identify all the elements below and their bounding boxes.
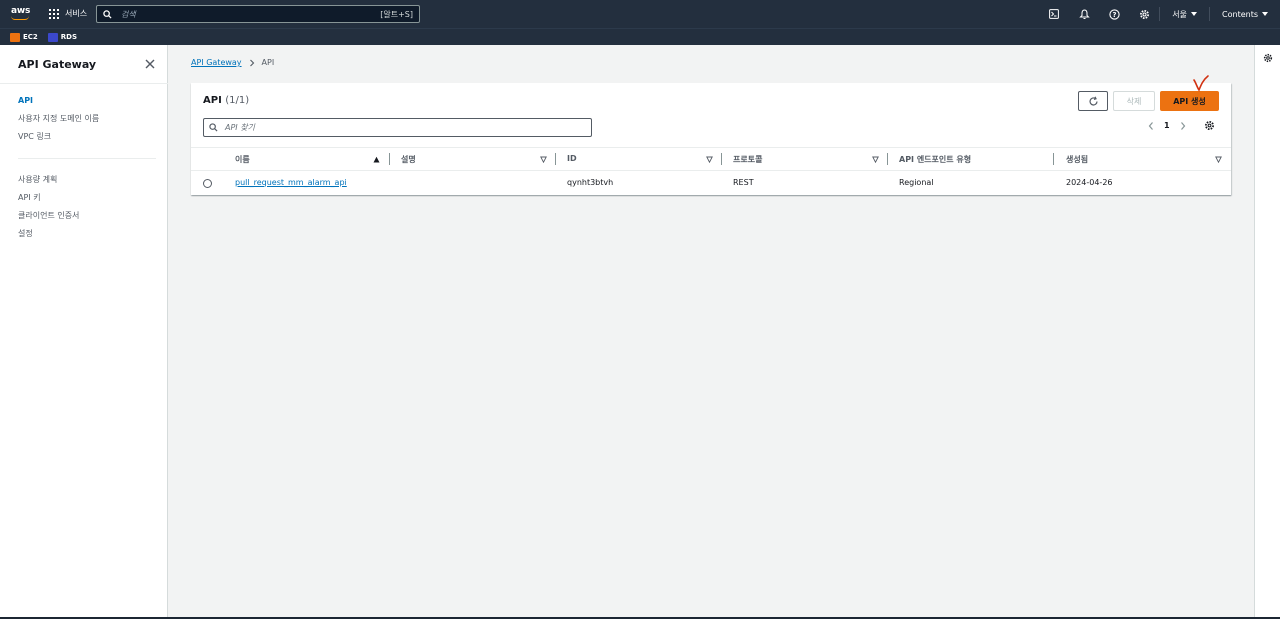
column-header-id[interactable]: ID	[567, 154, 577, 163]
column-header-name[interactable]: 이름	[235, 154, 250, 165]
settings-icon[interactable]	[1263, 53, 1273, 63]
nav-right-group: ? 서울 Contents	[1039, 0, 1280, 28]
delete-button[interactable]: 삭제	[1113, 91, 1155, 111]
settings-icon[interactable]	[1204, 120, 1215, 131]
tools-panel-rail	[1254, 45, 1280, 619]
sidebar-title[interactable]: API Gateway	[18, 58, 96, 71]
chevron-down-icon	[1262, 12, 1268, 16]
grid-icon	[49, 8, 59, 19]
api-created-date: 2024-04-26	[1066, 178, 1113, 187]
sort-icon[interactable]	[540, 156, 547, 163]
chevron-down-icon	[1191, 12, 1198, 16]
cloudshell-button[interactable]	[1039, 0, 1069, 28]
cloudshell-icon	[1049, 9, 1060, 19]
column-header-protocol[interactable]: 프로토콜	[733, 154, 762, 165]
annotation-checkmark-icon	[1193, 75, 1209, 92]
sort-icon[interactable]	[872, 156, 879, 163]
sidebar-item-settings[interactable]: 설정	[18, 228, 33, 239]
favorites-bar: EC2 RDS	[0, 28, 1280, 45]
help-button[interactable]: ?	[1099, 0, 1129, 28]
search-icon	[209, 123, 221, 132]
search-placeholder: 검색	[121, 9, 136, 19]
favorite-ec2[interactable]: EC2	[10, 32, 38, 42]
api-name-link[interactable]: pull_request_mm_alarm_api	[235, 178, 347, 187]
api-table-container: API (1/1) 삭제 API 생성 API 찾기 1 이름 설명 ID 프로…	[191, 75, 1231, 195]
settings-button[interactable]	[1129, 0, 1159, 28]
account-label: Contents	[1222, 9, 1258, 19]
account-menu[interactable]: Contents	[1210, 10, 1280, 19]
refresh-button[interactable]	[1078, 91, 1108, 111]
column-header-description[interactable]: 설명	[401, 154, 416, 165]
column-header-created[interactable]: 생성됨	[1066, 154, 1088, 165]
notifications-button[interactable]	[1069, 0, 1099, 28]
filter-placeholder: API 찾기	[225, 123, 255, 132]
chevron-right-icon	[248, 59, 256, 67]
rds-service-icon	[47, 32, 58, 42]
top-navigation: aws 서비스 검색 [알트+S] ? 서울 Contents	[0, 0, 1280, 28]
aws-logo[interactable]: aws	[10, 6, 32, 22]
help-icon: ?	[1109, 8, 1120, 20]
region-selector[interactable]: 서울	[1160, 9, 1209, 20]
services-label: 서비스	[65, 9, 88, 18]
side-navigation: API Gateway API 사용자 지정 도메인 이름 VPC 링크 사용량…	[0, 45, 168, 619]
column-header-endpoint-type[interactable]: API 엔드포인트 유형	[899, 154, 971, 165]
sidebar-item-usage-plans[interactable]: 사용량 계획	[18, 174, 57, 185]
sidebar-item-api-keys[interactable]: API 키	[18, 192, 41, 203]
pagination: 1	[1147, 120, 1215, 131]
api-endpoint-type: Regional	[899, 178, 934, 187]
ec2-service-icon	[10, 32, 20, 42]
sort-icon[interactable]	[1215, 156, 1222, 163]
api-protocol: REST	[733, 178, 754, 187]
api-filter-input[interactable]: API 찾기	[203, 118, 592, 137]
sidebar-item-vpc-links[interactable]: VPC 링크	[18, 131, 51, 142]
favorite-rds[interactable]: RDS	[47, 32, 77, 42]
refresh-icon	[1088, 96, 1098, 105]
search-icon	[103, 9, 117, 19]
current-page[interactable]: 1	[1164, 121, 1170, 130]
settings-icon	[1139, 9, 1149, 19]
region-label: 서울	[1172, 9, 1188, 19]
breadcrumb-current: API	[261, 58, 275, 67]
search-shortcut-hint: [알트+S]	[380, 9, 413, 19]
breadcrumb-api-gateway[interactable]: API Gateway	[191, 58, 242, 67]
api-id: qynht3btvh	[567, 178, 614, 187]
sidebar-item-apis[interactable]: API	[18, 96, 33, 105]
sidebar-item-custom-domains[interactable]: 사용자 지정 도메인 이름	[18, 113, 99, 124]
sidebar-item-client-certificates[interactable]: 클라이언트 인증서	[18, 210, 79, 221]
table-header: 이름 설명 ID 프로토콜 API 엔드포인트 유형 생성됨	[191, 147, 1231, 171]
breadcrumb: API Gateway API	[191, 58, 274, 67]
table-title: API (1/1)	[203, 95, 250, 106]
close-icon[interactable]	[144, 58, 156, 70]
create-api-button[interactable]: API 생성	[1160, 91, 1219, 111]
chevron-left-icon[interactable]	[1147, 121, 1155, 131]
services-menu-button[interactable]: 서비스	[49, 8, 87, 19]
table-row[interactable]: pull_request_mm_alarm_api qynht3btvh RES…	[191, 171, 1231, 195]
row-select-radio[interactable]	[203, 179, 212, 188]
bell-icon	[1079, 8, 1090, 19]
table-count: (1/1)	[225, 95, 250, 106]
svg-text:?: ?	[1112, 11, 1116, 19]
sort-ascending-icon[interactable]	[373, 156, 380, 163]
global-search-input[interactable]: 검색 [알트+S]	[96, 5, 420, 23]
sort-icon[interactable]	[706, 156, 713, 163]
chevron-right-icon[interactable]	[1179, 121, 1187, 131]
